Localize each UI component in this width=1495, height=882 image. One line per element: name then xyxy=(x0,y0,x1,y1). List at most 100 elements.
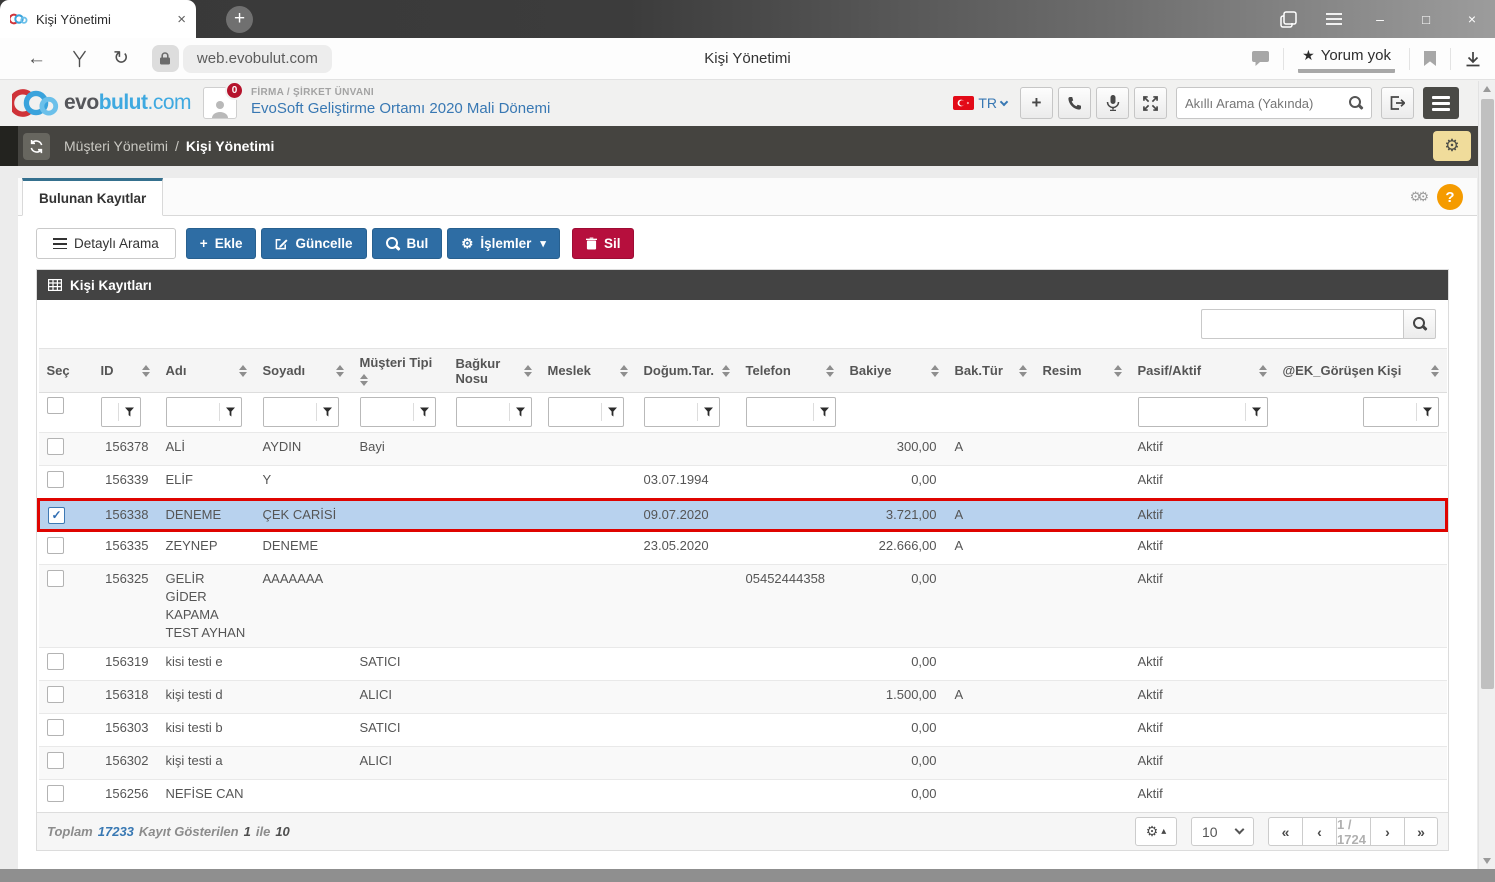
comments-icon[interactable] xyxy=(1252,51,1269,66)
reload-icon[interactable]: ↻ xyxy=(113,49,129,68)
table-row[interactable]: 156339ELİFY 03.07.1994 0,00 Aktif xyxy=(39,466,1447,500)
table-row[interactable]: 156335ZEYNEPDENEME 23.05.2020 22.666,00 … xyxy=(39,531,1447,565)
islemler-button[interactable]: ⚙ İşlemler ▾ xyxy=(447,228,560,259)
table-row[interactable]: 156378ALİAYDIN Bayi 300,00 AAktif xyxy=(39,433,1447,466)
add-button[interactable]: + xyxy=(1020,87,1053,119)
col-id[interactable]: ID xyxy=(93,349,158,393)
tab-close-icon[interactable]: × xyxy=(177,11,186,28)
language-selector[interactable]: TR xyxy=(953,95,1007,111)
filter-icon[interactable] xyxy=(509,403,531,421)
breadcrumb-parent[interactable]: Müşteri Yönetimi xyxy=(64,138,168,154)
col-bagkur-nosu[interactable]: Bağkur Nosu xyxy=(448,349,540,393)
filter-input-musteri-tipi[interactable] xyxy=(361,398,413,426)
main-menu-button[interactable] xyxy=(1423,87,1459,119)
col-bak-tur[interactable]: Bak.Tür xyxy=(947,349,1035,393)
phone-button[interactable] xyxy=(1058,87,1091,119)
smart-search-input[interactable] xyxy=(1185,96,1349,111)
page-settings-button[interactable]: ⚙ xyxy=(1433,131,1471,161)
filter-input-pasif-aktif[interactable] xyxy=(1139,398,1245,426)
pager-settings-button[interactable]: ⚙▴ xyxy=(1135,817,1177,846)
firm-name[interactable]: EvoSoft Geliştirme Ortamı 2020 Mali Döne… xyxy=(251,100,550,119)
first-page-button[interactable]: « xyxy=(1268,817,1302,846)
search-icon[interactable] xyxy=(1349,96,1363,110)
fullscreen-button[interactable] xyxy=(1134,87,1167,119)
row-checkbox[interactable] xyxy=(47,686,64,703)
evobulut-logo[interactable]: evobulut.com xyxy=(12,87,191,119)
scroll-up-arrow[interactable] xyxy=(1483,86,1491,92)
page-size-select[interactable]: 10 xyxy=(1191,817,1254,846)
filter-input-meslek[interactable] xyxy=(549,398,601,426)
col-ek-gorusen-kisi[interactable]: @EK_Görüşen Kişi xyxy=(1275,349,1447,393)
microphone-button[interactable] xyxy=(1096,87,1129,119)
smart-search[interactable] xyxy=(1176,87,1372,119)
table-row-selected[interactable]: ✓ 156338DENEMEÇEK CARİSİ 09.07.2020 3.72… xyxy=(39,500,1447,531)
tab-groups-icon[interactable] xyxy=(1265,0,1311,38)
guncelle-button[interactable]: Güncelle xyxy=(261,228,366,259)
browser-menu-icon[interactable] xyxy=(1311,0,1357,38)
filter-icon[interactable] xyxy=(1245,403,1267,421)
maximize-button[interactable]: □ xyxy=(1403,0,1449,38)
row-checkbox[interactable] xyxy=(47,570,64,587)
col-resim[interactable]: Resim xyxy=(1035,349,1130,393)
filter-icon[interactable] xyxy=(219,403,241,421)
grid-search-button[interactable] xyxy=(1403,309,1436,339)
filter-icon[interactable] xyxy=(316,403,338,421)
ekle-button[interactable]: + Ekle xyxy=(186,228,257,259)
scrollbar-thumb[interactable] xyxy=(1481,99,1494,689)
filter-input-id[interactable] xyxy=(102,398,118,426)
col-telefon[interactable]: Telefon xyxy=(738,349,842,393)
table-row[interactable]: 156303kisi testi b SATICI 0,00 Aktif xyxy=(39,714,1447,747)
forward-icon[interactable] xyxy=(72,50,87,68)
row-checkbox[interactable] xyxy=(47,719,64,736)
url-text[interactable]: web.evobulut.com xyxy=(183,45,332,73)
bookmark-icon[interactable] xyxy=(1424,51,1436,66)
filter-icon[interactable] xyxy=(413,403,435,421)
row-checkbox[interactable] xyxy=(47,752,64,769)
bul-button[interactable]: Bul xyxy=(372,228,443,259)
col-pasif-aktif[interactable]: Pasif/Aktif xyxy=(1130,349,1275,393)
download-icon[interactable] xyxy=(1465,51,1481,67)
col-dogum-tar[interactable]: Doğum.Tar. xyxy=(636,349,738,393)
browser-tab[interactable]: Kişi Yönetimi × xyxy=(0,0,196,38)
help-button[interactable]: ? xyxy=(1437,184,1463,210)
table-row[interactable]: 156302kişi testi a ALICI 0,00 Aktif xyxy=(39,747,1447,780)
col-bakiye[interactable]: Bakiye xyxy=(842,349,947,393)
table-row[interactable]: 156256NEFİSE CAN 0,00 Aktif xyxy=(39,780,1447,813)
detayli-arama-button[interactable]: Detaylı Arama xyxy=(36,228,176,259)
filter-input-dogum-tar[interactable] xyxy=(645,398,697,426)
tab-bulunan-kayitlar[interactable]: Bulunan Kayıtlar xyxy=(22,178,163,216)
new-tab-button[interactable]: + xyxy=(226,6,253,33)
sil-button[interactable]: Sil xyxy=(572,228,635,259)
last-page-button[interactable]: » xyxy=(1404,817,1438,846)
row-checkbox[interactable] xyxy=(47,653,64,670)
minimize-button[interactable]: – xyxy=(1357,0,1403,38)
refresh-page-button[interactable] xyxy=(23,133,50,160)
grid-settings-icon[interactable]: ⚙⚙ xyxy=(1410,189,1425,205)
table-row[interactable]: 156325GELİR GİDER KAPAMA TEST AYHANAAAAA… xyxy=(39,565,1447,648)
filter-icon[interactable] xyxy=(697,403,719,421)
scroll-down-arrow[interactable] xyxy=(1483,858,1491,864)
table-row[interactable]: 156318kişi testi d ALICI 1.500,00 AAktif xyxy=(39,681,1447,714)
back-icon[interactable]: ← xyxy=(27,49,46,68)
col-musteri-tipi[interactable]: Müşteri Tipi xyxy=(352,349,448,393)
prev-page-button[interactable]: ‹ xyxy=(1302,817,1336,846)
filter-input-telefon[interactable] xyxy=(747,398,813,426)
site-review-button[interactable]: ★ Yorum yok xyxy=(1298,45,1395,73)
lock-icon[interactable] xyxy=(152,45,179,72)
grid-search-input[interactable] xyxy=(1201,309,1403,339)
filter-icon[interactable] xyxy=(118,403,140,421)
logout-button[interactable] xyxy=(1381,87,1414,119)
close-button[interactable]: × xyxy=(1449,0,1495,38)
table-row[interactable]: 156319kisi testi e SATICI 0,00 Aktif xyxy=(39,648,1447,681)
filter-input-soyadi[interactable] xyxy=(264,398,316,426)
col-meslek[interactable]: Meslek xyxy=(540,349,636,393)
filter-input-adi[interactable] xyxy=(167,398,219,426)
next-page-button[interactable]: › xyxy=(1370,817,1404,846)
filter-icon[interactable] xyxy=(1416,403,1438,421)
col-adi[interactable]: Adı xyxy=(158,349,255,393)
filter-icon[interactable] xyxy=(601,403,623,421)
filter-input-bagkur-nosu[interactable] xyxy=(457,398,509,426)
select-all-checkbox[interactable] xyxy=(47,397,64,414)
filter-icon[interactable] xyxy=(813,403,835,421)
address-bar[interactable]: web.evobulut.com xyxy=(152,45,332,73)
